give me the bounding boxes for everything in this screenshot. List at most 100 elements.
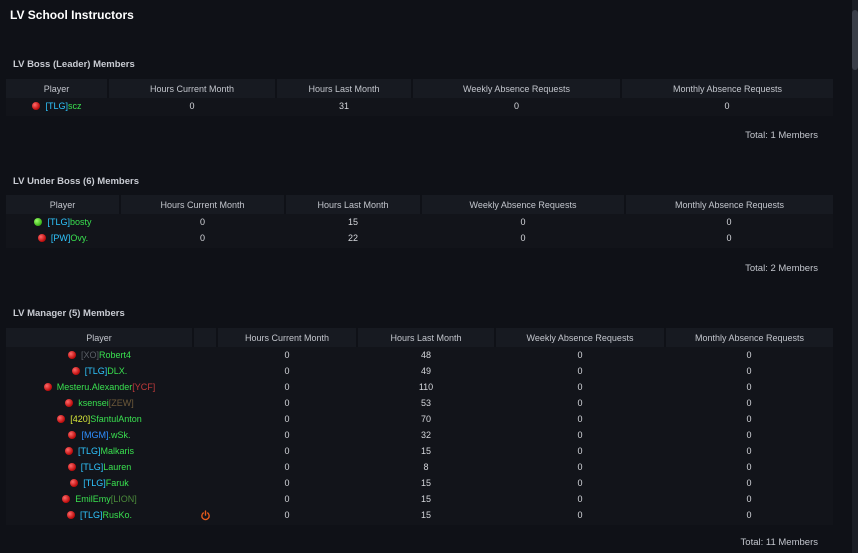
- status-offline-icon: [70, 479, 79, 487]
- section-title: LV Boss (Leader) Members: [13, 59, 135, 70]
- hours-current-cell: 0: [217, 507, 357, 525]
- status-offline-icon: [67, 463, 76, 471]
- column-header-player[interactable]: Player: [6, 195, 121, 214]
- column-header-actions[interactable]: [193, 328, 218, 347]
- weekly-absence-cell: 0: [495, 379, 665, 395]
- table-row[interactable]: [420]SfantulAnton 0 70 0 0: [6, 411, 833, 427]
- table-row[interactable]: [XO]Robert4 0 48 0 0: [6, 347, 833, 363]
- player-name[interactable]: Mesteru.Alexander: [57, 382, 133, 392]
- player-name[interactable]: DLX.: [107, 366, 127, 376]
- table-row[interactable]: [TLG]Faruk 0 15 0 0: [6, 475, 833, 491]
- player-tag: [TLG]: [84, 366, 108, 376]
- column-header-hours-current[interactable]: Hours Current Month: [120, 195, 286, 214]
- player-cell: [TLG]Malkaris: [6, 443, 193, 459]
- player-name[interactable]: Malkaris: [101, 446, 135, 456]
- monthly-absence-cell: 0: [665, 459, 833, 475]
- table-row[interactable]: [TLG]RusKo. 0 15 0 0: [6, 507, 833, 525]
- table-row[interactable]: [TLG]Malkaris 0 15 0 0: [6, 443, 833, 459]
- player-cell: [420]SfantulAnton: [6, 411, 193, 427]
- members-table: Player Hours Current Month Hours Last Mo…: [6, 79, 833, 116]
- player-name[interactable]: Faruk: [106, 478, 129, 488]
- player-tag: [ZEW]: [108, 398, 134, 408]
- monthly-absence-cell: 0: [665, 379, 833, 395]
- scrollbar[interactable]: [852, 0, 858, 553]
- hours-current-cell: 0: [217, 443, 357, 459]
- hours-last-cell: 15: [357, 507, 495, 525]
- column-header-monthly-absence[interactable]: Monthly Absence Requests: [665, 328, 833, 347]
- table-row[interactable]: [TLG]scz 0 31 0 0: [6, 98, 833, 116]
- status-offline-icon: [62, 495, 71, 503]
- player-tag: [TLG]: [80, 462, 104, 472]
- player-cell: [TLG]scz: [6, 98, 108, 116]
- column-header-player[interactable]: Player: [6, 79, 109, 98]
- hours-current-cell: 0: [217, 411, 357, 427]
- action-cell: [193, 475, 217, 491]
- player-name[interactable]: Ovy.: [70, 233, 88, 243]
- player-name[interactable]: Robert4: [99, 350, 131, 360]
- monthly-absence-cell: 0: [625, 230, 833, 248]
- column-header-hours-last[interactable]: Hours Last Month: [276, 79, 413, 98]
- column-header-hours-last[interactable]: Hours Last Month: [285, 195, 422, 214]
- hours-last-cell: 110: [357, 379, 495, 395]
- player-name[interactable]: Lauren: [103, 462, 131, 472]
- column-header-hours-current[interactable]: Hours Current Month: [108, 79, 277, 98]
- player-cell: [TLG]Faruk: [6, 475, 193, 491]
- column-header-weekly-absence[interactable]: Weekly Absence Requests: [495, 328, 666, 347]
- table-row[interactable]: [TLG]DLX. 0 49 0 0: [6, 363, 833, 379]
- table-row[interactable]: [TLG]Lauren 0 8 0 0: [6, 459, 833, 475]
- player-name[interactable]: RusKo.: [103, 510, 133, 520]
- status-offline-icon: [67, 351, 76, 359]
- player-name[interactable]: SfantulAnton: [90, 414, 142, 424]
- player-tag: [420]: [70, 414, 91, 424]
- monthly-absence-cell: 0: [665, 475, 833, 491]
- hours-current-cell: 0: [217, 475, 357, 491]
- status-offline-icon: [66, 511, 75, 519]
- hours-current-cell: 0: [217, 427, 357, 443]
- table-row[interactable]: [PW]Ovy. 0 22 0 0: [6, 230, 833, 248]
- table-row[interactable]: [TLG]bosty 0 15 0 0: [6, 214, 833, 230]
- weekly-absence-cell: 0: [421, 214, 625, 230]
- action-cell: [193, 491, 217, 507]
- table-row[interactable]: EmilEmy[LION] 0 15 0 0: [6, 491, 833, 507]
- column-header-monthly-absence[interactable]: Monthly Absence Requests: [621, 79, 833, 98]
- player-tag: [LION]: [110, 494, 137, 504]
- members-table: Player Hours Current Month Hours Last Mo…: [6, 195, 833, 248]
- action-cell: [193, 427, 217, 443]
- table-row[interactable]: Mesteru.Alexander[YCF] 0 110 0 0: [6, 379, 833, 395]
- weekly-absence-cell: 0: [495, 443, 665, 459]
- column-header-weekly-absence[interactable]: Weekly Absence Requests: [421, 195, 626, 214]
- action-cell: [193, 363, 217, 379]
- column-header-player[interactable]: Player: [6, 328, 194, 347]
- player-name[interactable]: bosty: [70, 217, 92, 227]
- column-header-weekly-absence[interactable]: Weekly Absence Requests: [412, 79, 622, 98]
- column-header-hours-last[interactable]: Hours Last Month: [357, 328, 496, 347]
- table-row[interactable]: [MGM].wSk. 0 32 0 0: [6, 427, 833, 443]
- hours-last-cell: 22: [285, 230, 421, 248]
- scrollbar-thumb[interactable]: [852, 10, 858, 70]
- player-name[interactable]: .wSk.: [108, 430, 130, 440]
- hours-last-cell: 53: [357, 395, 495, 411]
- player-tag: [TLG]: [45, 101, 68, 111]
- player-cell: [MGM].wSk.: [6, 427, 193, 443]
- player-cell: Mesteru.Alexander[YCF]: [6, 379, 193, 395]
- hours-last-cell: 15: [357, 491, 495, 507]
- monthly-absence-cell: 0: [621, 98, 833, 116]
- weekly-absence-cell: 0: [495, 427, 665, 443]
- status-offline-icon: [65, 399, 74, 407]
- column-header-monthly-absence[interactable]: Monthly Absence Requests: [625, 195, 833, 214]
- status-offline-icon: [37, 234, 46, 242]
- weekly-absence-cell: 0: [495, 491, 665, 507]
- page-title: LV School Instructors: [10, 8, 134, 22]
- player-cell: [TLG]RusKo.: [6, 507, 193, 525]
- hours-last-cell: 8: [357, 459, 495, 475]
- player-name[interactable]: scz: [68, 101, 82, 111]
- hours-current-cell: 0: [217, 363, 357, 379]
- power-icon[interactable]: [200, 509, 211, 521]
- weekly-absence-cell: 0: [495, 411, 665, 427]
- monthly-absence-cell: 0: [665, 427, 833, 443]
- player-name[interactable]: ksensei: [78, 398, 109, 408]
- player-name[interactable]: EmilEmy: [75, 494, 111, 504]
- table-row[interactable]: ksensei[ZEW] 0 53 0 0: [6, 395, 833, 411]
- table-header-row: Player Hours Current Month Hours Last Mo…: [6, 79, 833, 98]
- column-header-hours-current[interactable]: Hours Current Month: [217, 328, 358, 347]
